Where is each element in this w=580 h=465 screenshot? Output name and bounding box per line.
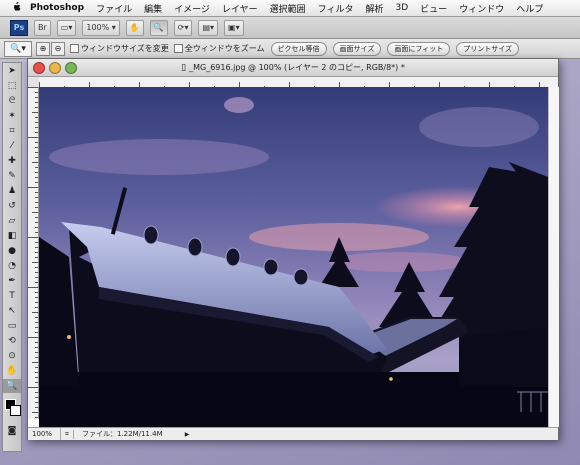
menu-app-name[interactable]: Photoshop <box>30 3 84 13</box>
photo-snowy-shrine-at-dusk <box>39 87 548 427</box>
path-selection-tool-icon[interactable]: ↖ <box>3 304 21 318</box>
status-menu-arrow-icon[interactable]: ▶ <box>182 431 192 438</box>
hand-icon: ✋ <box>129 23 140 32</box>
menu-view[interactable]: ビュー <box>420 2 447 15</box>
menu-analysis[interactable]: 解析 <box>366 2 384 15</box>
status-zoom-field[interactable]: 100% <box>28 428 61 440</box>
menu-help[interactable]: ヘルプ <box>516 2 543 15</box>
fit-screen-button[interactable]: 画面サイズ <box>332 41 382 56</box>
application-bar: Ps Br ▭▾ 100% ▾ ✋ 🔍 ⟳▾ ▤▾ ▣▾ <box>0 17 580 39</box>
arrange-documents-icon: ▤▾ <box>202 23 215 32</box>
view-extras-button[interactable]: ▭▾ <box>56 19 77 36</box>
type-tool-icon[interactable]: T <box>3 289 21 303</box>
document-titlebar[interactable]: ▯ _MG_6916.jpg @ 100% (レイヤー 2 のコピー, RGB/… <box>28 59 558 77</box>
healing-brush-tool-icon[interactable]: ✚ <box>3 154 21 168</box>
3d-rotate-tool-icon[interactable]: ⟲ <box>3 334 21 348</box>
lasso-tool-icon[interactable]: ᘓ <box>3 94 21 108</box>
eraser-tool-icon[interactable]: ▱ <box>3 214 21 228</box>
print-size-button[interactable]: プリントサイズ <box>456 41 519 56</box>
move-tool-icon[interactable]: ➤ <box>3 64 21 78</box>
menu-file[interactable]: ファイル <box>96 2 132 15</box>
minimize-button[interactable] <box>49 62 61 74</box>
zoom-level-value: 100% <box>86 23 110 32</box>
menu-select[interactable]: 選択範囲 <box>270 2 306 15</box>
eyedropper-tool-icon[interactable]: ⁄ <box>3 139 21 153</box>
hand-tool-button[interactable]: ✋ <box>125 19 144 36</box>
marquee-tool-icon[interactable]: ⬚ <box>3 79 21 93</box>
zoom-in-button[interactable]: ⊕ <box>36 41 50 56</box>
blur-tool-icon[interactable]: ● <box>3 244 21 258</box>
screen-mode-button[interactable]: ▣▾ <box>224 19 244 36</box>
zoom-all-windows-label: 全ウィンドウをズーム <box>184 44 265 53</box>
menu-3d[interactable]: 3D <box>396 3 409 13</box>
checkbox-box[interactable] <box>173 44 183 53</box>
document-window: ▯ _MG_6916.jpg @ 100% (レイヤー 2 のコピー, RGB/… <box>27 58 559 440</box>
screen-mode-icon: ▣▾ <box>228 23 240 32</box>
resize-windows-label: ウィンドウサイズを変更 <box>81 44 169 53</box>
zoom-tool-button[interactable]: 🔍 <box>149 19 168 36</box>
pen-tool-icon[interactable]: ✒ <box>3 274 21 288</box>
bridge-button[interactable]: Br <box>34 19 51 36</box>
view-extras-icon: ▭▾ <box>60 23 73 32</box>
3d-orbit-tool-icon[interactable]: ⊙ <box>3 349 21 363</box>
status-file-info: ファイル：1.22M/11.4M <box>82 430 163 438</box>
menu-window[interactable]: ウィンドウ <box>459 2 504 15</box>
resize-windows-checkbox[interactable]: ウィンドウサイズを変更 <box>70 43 169 54</box>
zoom-out-icon: ⊖ <box>54 44 62 53</box>
close-button[interactable] <box>33 62 45 74</box>
gradient-tool-icon[interactable]: ◧ <box>3 229 21 243</box>
shape-tool-icon[interactable]: ▭ <box>3 319 21 333</box>
menu-edit[interactable]: 編集 <box>144 2 162 15</box>
toolbox: ➤ ⬚ ᘓ ✶ ⌗ ⁄ ✚ ✎ ♟ ↺ ▱ ◧ ● ◔ ✒ T ↖ ▭ ⟲ ⊙ … <box>2 62 22 452</box>
arrange-documents-button[interactable]: ▤▾ <box>198 19 219 36</box>
zoom-window-button[interactable] <box>65 62 77 74</box>
ruler-ticks-vertical <box>28 87 38 418</box>
clone-stamp-tool-icon[interactable]: ♟ <box>3 184 21 198</box>
vertical-ruler[interactable] <box>28 87 39 419</box>
vertical-scrollbar[interactable] <box>548 87 559 427</box>
tool-preset-picker[interactable]: 🔍▾ <box>4 40 32 57</box>
crop-tool-icon[interactable]: ⌗ <box>3 124 21 138</box>
zoom-all-windows-checkbox[interactable]: 全ウィンドウをズーム <box>173 43 265 54</box>
photoshop-logo: Ps <box>10 19 28 36</box>
actual-pixels-button[interactable]: ピクセル等倍 <box>270 41 327 56</box>
magnifier-icon: 🔍▾ <box>10 43 26 54</box>
fill-screen-button[interactable]: 画面にフィット <box>387 41 451 56</box>
brush-tool-icon[interactable]: ✎ <box>3 169 21 183</box>
image-canvas[interactable] <box>39 87 548 427</box>
menu-bar: Photoshop ファイル 編集 イメージ レイヤー 選択範囲 フィルタ 解析… <box>0 0 580 17</box>
rotate-view-button[interactable]: ⟳▾ <box>173 19 193 36</box>
menu-layer[interactable]: レイヤー <box>222 2 258 15</box>
apple-menu-icon[interactable] <box>8 1 24 15</box>
zoom-in-icon: ⊕ <box>39 44 47 53</box>
quick-mask-icon[interactable]: ◙ <box>3 424 21 438</box>
document-status-bar: 100% ⌗ ファイル：1.22M/11.4M ▶ <box>28 427 558 440</box>
zoom-level-dropdown[interactable]: 100% ▾ <box>82 19 120 36</box>
chevron-down-icon: ▾ <box>109 23 116 32</box>
menu-filter[interactable]: フィルタ <box>318 2 354 15</box>
dodge-tool-icon[interactable]: ◔ <box>3 259 21 273</box>
menu-image[interactable]: イメージ <box>174 2 210 15</box>
document-title: _MG_6916.jpg @ 100% (レイヤー 2 のコピー, RGB/8*… <box>189 63 405 72</box>
background-color-swatch[interactable] <box>10 405 21 416</box>
history-brush-tool-icon[interactable]: ↺ <box>3 199 21 213</box>
color-swatches[interactable] <box>3 397 21 423</box>
hand-tool-icon[interactable]: ✋ <box>3 364 21 378</box>
document-icon: ▯ <box>181 62 187 73</box>
checkbox-box[interactable] <box>70 44 79 53</box>
window-controls <box>33 62 81 74</box>
magnifier-icon: 🔍 <box>153 23 164 32</box>
rotate-view-icon: ⟳▾ <box>177 23 189 32</box>
options-bar: 🔍▾ ⊕ ⊖ ウィンドウサイズを変更 全ウィンドウをズーム ピクセル等倍 画面サ… <box>0 39 580 59</box>
zoom-out-button[interactable]: ⊖ <box>51 41 65 56</box>
status-info-icon[interactable]: ⌗ <box>61 429 74 439</box>
magic-wand-tool-icon[interactable]: ✶ <box>3 109 21 123</box>
zoom-tool-icon[interactable]: 🔍 <box>3 379 21 393</box>
